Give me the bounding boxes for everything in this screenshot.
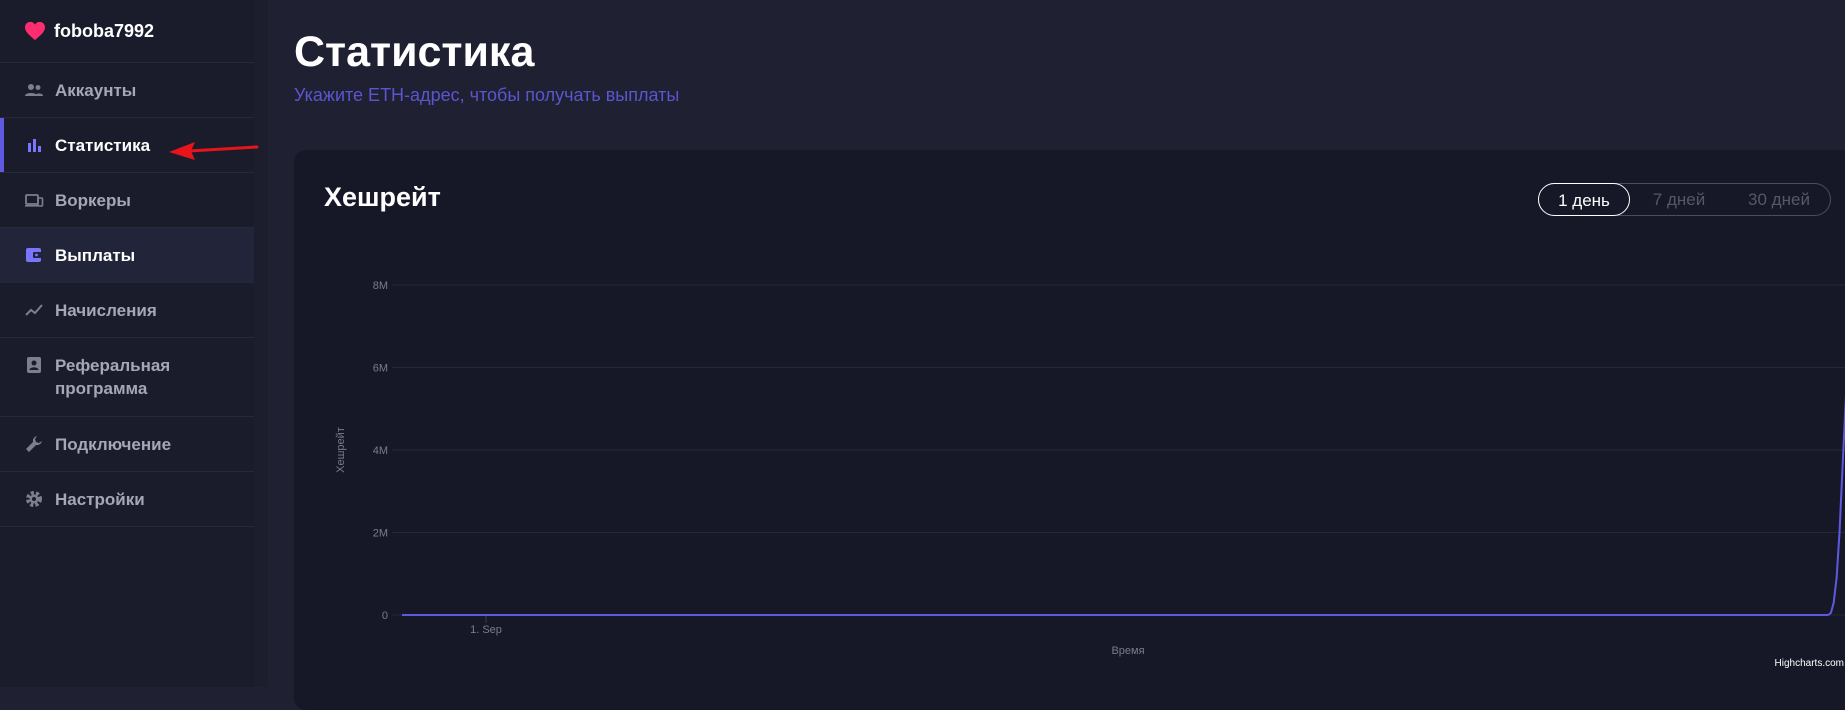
heart-icon <box>25 21 45 41</box>
page-title: Статистика <box>294 28 535 76</box>
wrench-icon <box>24 434 44 454</box>
sidebar-item-label: Реферальная программа <box>55 356 171 398</box>
users-icon <box>24 80 44 100</box>
sidebar: foboba7992 Аккаунты Статистика Воркеры В… <box>0 0 254 687</box>
x-axis-label: Время <box>1111 645 1144 657</box>
sidebar-item-label: Подключение <box>55 434 172 454</box>
sidebar-item-earnings[interactable]: Начисления <box>0 283 254 338</box>
series-line <box>402 395 1845 616</box>
y-tick-label: 4M <box>373 445 388 457</box>
chart-credit: Highcharts.com <box>1775 658 1844 669</box>
eth-address-link[interactable]: Укажите ETH-адрес, чтобы получать выплат… <box>294 85 679 106</box>
y-axis-label: Хешрейт <box>335 427 347 473</box>
sidebar-item-workers[interactable]: Воркеры <box>0 173 254 228</box>
user-header[interactable]: foboba7992 <box>0 0 254 63</box>
sidebar-item-label: Начисления <box>55 300 157 320</box>
bar-chart-icon <box>24 135 44 155</box>
hashrate-chart[interactable]: 0 2M 4M 6M 8M 1. Sep Хешрейт Время Highcharts.co… <box>294 150 1845 687</box>
sidebar-item-settings[interactable]: Настройки <box>0 472 254 527</box>
y-tick-label: 8M <box>373 280 388 292</box>
y-tick-label: 2M <box>373 528 388 540</box>
wallet-icon <box>24 245 44 265</box>
sidebar-divider <box>254 0 268 687</box>
sidebar-item-label: Настройки <box>55 489 145 509</box>
username: foboba7992 <box>54 20 155 41</box>
y-tick-label: 0 <box>382 610 388 622</box>
hashrate-card: Хешрейт 1 день 7 дней 30 дней 0 2M 4M 6M 8M 1… <box>294 150 1845 710</box>
sidebar-item-payouts[interactable]: Выплаты <box>0 228 254 283</box>
sidebar-item-connection[interactable]: Подключение <box>0 417 254 472</box>
y-tick-label: 6M <box>373 363 388 375</box>
sidebar-item-referral[interactable]: Реферальная программа <box>0 338 254 417</box>
annotation-arrow <box>169 142 259 160</box>
sidebar-item-label: Воркеры <box>55 190 131 210</box>
main-content: Статистика Укажите ETH-адрес, чтобы полу… <box>268 0 1845 710</box>
trend-icon <box>24 300 44 320</box>
sidebar-item-label: Статистика <box>55 135 151 155</box>
sidebar-item-label: Выплаты <box>55 245 136 265</box>
contact-card-icon <box>24 355 44 375</box>
gear-icon <box>24 489 44 509</box>
devices-icon <box>24 190 44 210</box>
sidebar-item-label: Аккаунты <box>55 80 137 100</box>
x-tick-label: 1. Sep <box>470 624 502 636</box>
sidebar-item-accounts[interactable]: Аккаунты <box>0 63 254 118</box>
